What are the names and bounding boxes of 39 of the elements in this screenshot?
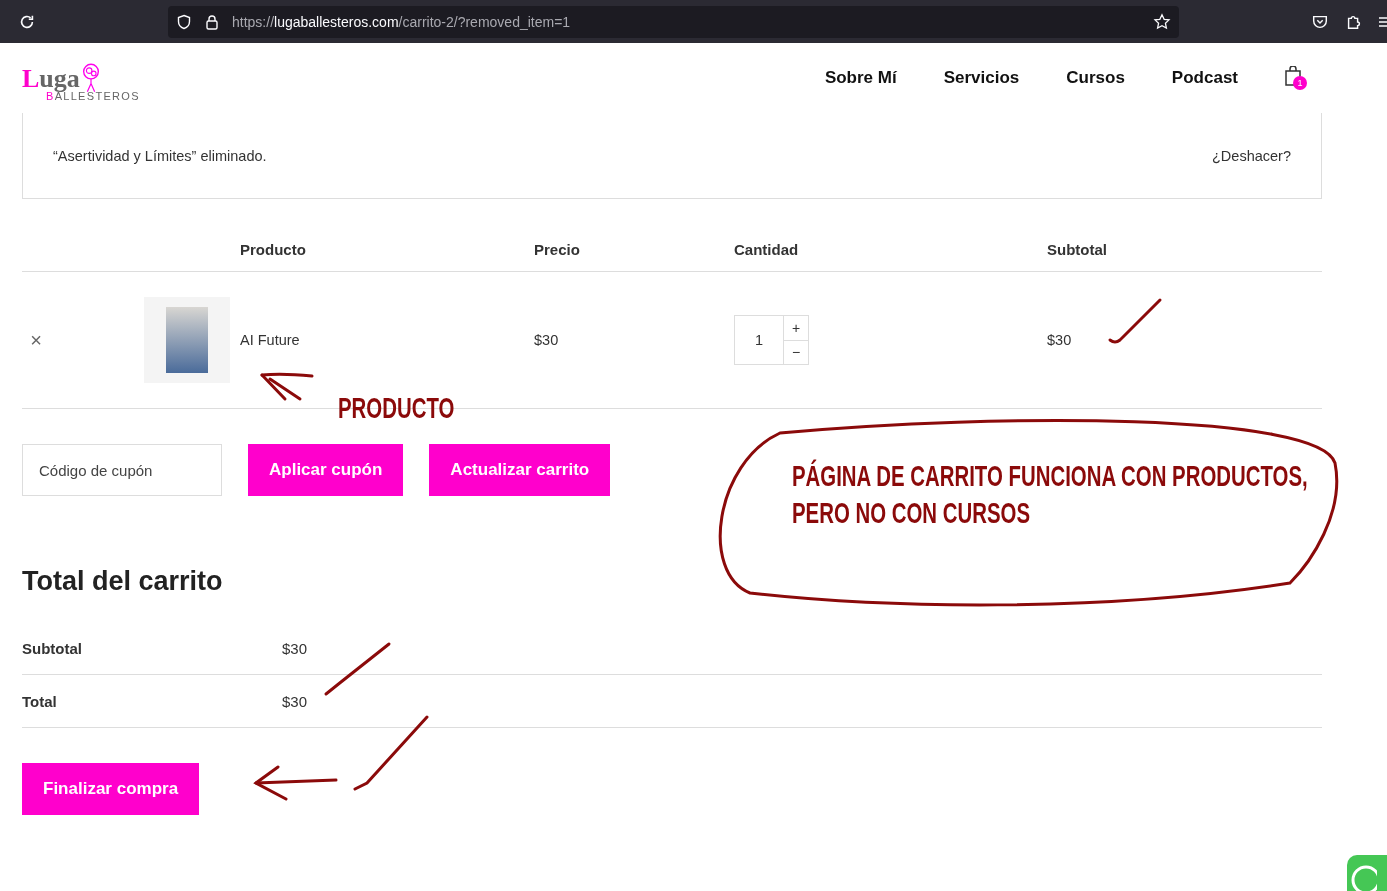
column-header: Cantidad xyxy=(734,240,800,258)
nav-link[interactable]: Sobre Mí xyxy=(824,68,897,88)
arrow-drawing xyxy=(260,372,314,401)
product-name[interactable]: AI Future xyxy=(240,332,534,348)
column-header: Subtotal xyxy=(1047,240,1108,258)
cart-totals-title: Total del carrito xyxy=(22,566,224,597)
increase-button[interactable]: + xyxy=(784,316,808,340)
shield-icon xyxy=(176,13,192,30)
photo-placeholder xyxy=(166,307,208,373)
price-cell-text: $30 xyxy=(534,332,560,348)
totals-value: $30 xyxy=(282,692,308,710)
cart-count-badge: 1 xyxy=(1293,76,1307,90)
quantity-value: 1 xyxy=(735,316,784,364)
url-text: https://lugaballesteros.com/carrito-2/?removed_item=1 xyxy=(232,13,572,30)
remove-item-button[interactable]: × xyxy=(22,328,50,352)
check-mark-drawing xyxy=(1108,298,1162,344)
totals-label: Total xyxy=(22,692,58,710)
decrease-button[interactable]: − xyxy=(784,339,808,364)
lock-icon xyxy=(204,13,220,30)
nav-link[interactable]: Cursos xyxy=(1066,68,1125,88)
totals-label: Subtotal xyxy=(22,639,83,657)
shopping-bag-icon[interactable] xyxy=(1285,66,1301,86)
check-mark-drawing xyxy=(324,642,391,696)
logo-wordmark: Luga xyxy=(22,64,80,93)
annotation-label: PRODUCTO xyxy=(338,391,455,425)
totals-value: $30 xyxy=(282,639,308,657)
nav-link[interactable]: Podcast xyxy=(1171,68,1238,88)
star-icon[interactable] xyxy=(1153,12,1171,31)
site-logo[interactable]: Luga BALLESTEROS xyxy=(22,54,140,102)
undo-link[interactable]: ¿Deshacer? xyxy=(1212,147,1291,164)
notice-message: “Asertividad y Límites” eliminado. xyxy=(53,147,267,164)
subtotal-cell-text: $30 xyxy=(1047,332,1073,348)
quantity-stepper[interactable]: 1 + − xyxy=(734,315,809,365)
address-bar[interactable]: https://lugaballesteros.com/carrito-2/?removed_item=1 xyxy=(168,5,1179,38)
annotation-note: PÁGINA DE CARRITO FUNCIONA CON PRODUCTOS, PERO NO CON CURSOS xyxy=(792,458,1308,531)
coupon-field[interactable]: Código de cupón xyxy=(22,444,222,496)
nav-link[interactable]: Servicios xyxy=(943,68,1020,88)
column-header: Precio xyxy=(534,240,581,258)
column-header: Producto xyxy=(240,240,307,258)
